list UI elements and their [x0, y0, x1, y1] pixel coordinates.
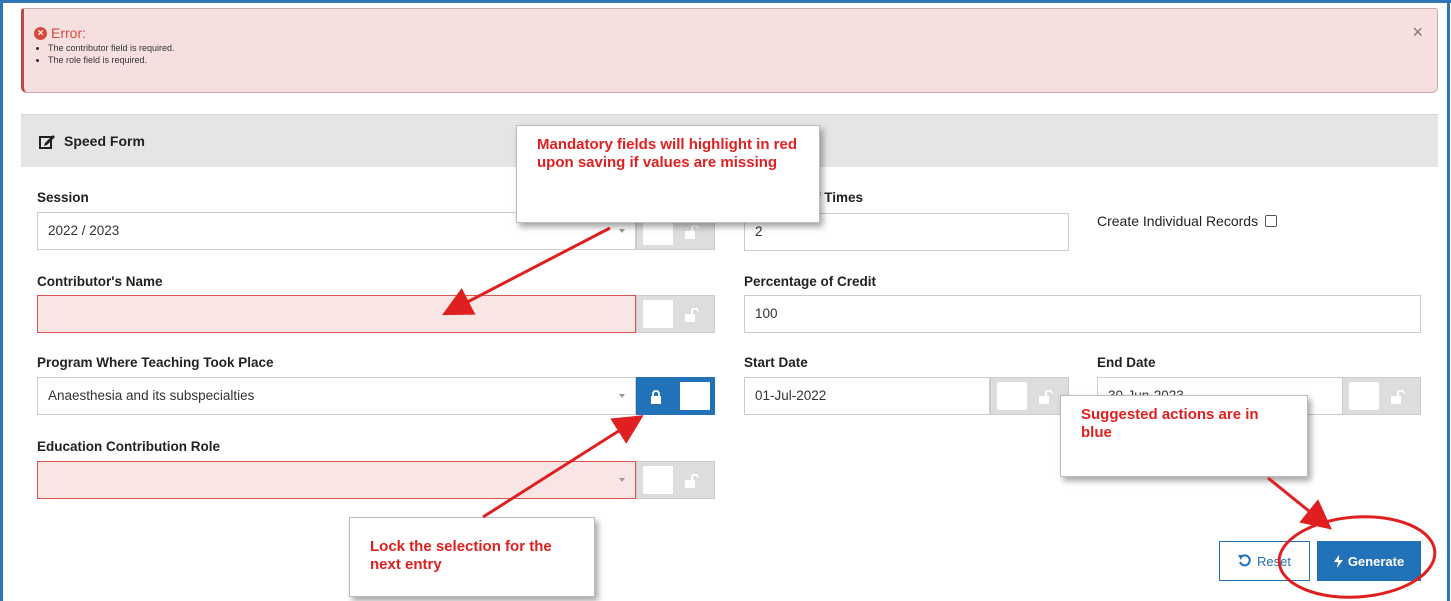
alert-message: The role field is required. — [48, 54, 175, 66]
program-lock-toggle[interactable] — [636, 377, 715, 415]
session-label: Session — [37, 190, 89, 205]
times-label: f Times — [816, 190, 864, 205]
toggle-knob — [1349, 382, 1379, 410]
individual-records-checkbox[interactable] — [1265, 215, 1278, 227]
contributor-input[interactable] — [37, 295, 636, 333]
unlock-icon — [1391, 390, 1405, 404]
suggested-callout: Suggested actions are in blue — [1060, 395, 1308, 477]
undo-icon — [1238, 554, 1251, 567]
end-date-label: End Date — [1097, 355, 1156, 370]
lock-callout: Lock the selection for the next entry — [349, 517, 595, 597]
error-alert: × Error: The contributor field is requir… — [21, 8, 1438, 93]
program-value: Anaesthesia and its subspecialties — [48, 388, 255, 403]
toggle-knob — [680, 382, 710, 410]
window-frame-top — [0, 0, 1451, 3]
bolt-icon — [1333, 554, 1343, 568]
contributor-lock-toggle[interactable] — [636, 295, 715, 333]
edit-icon — [39, 134, 55, 149]
start-date-input[interactable]: 01-Jul-2022 — [744, 377, 990, 415]
panel-title: Speed Form — [39, 133, 145, 149]
reset-button[interactable]: Reset — [1219, 541, 1310, 581]
contributor-label: Contributor's Name — [37, 274, 163, 289]
panel-title-text: Speed Form — [64, 133, 145, 149]
individual-records-field: Create Individual Records — [1097, 213, 1278, 229]
credit-value: 100 — [755, 306, 778, 321]
credit-input[interactable]: 100 — [744, 295, 1421, 333]
toggle-knob — [643, 300, 673, 328]
role-lock-toggle[interactable] — [636, 461, 715, 499]
toggle-knob — [997, 382, 1027, 410]
window-frame-left — [0, 0, 3, 601]
close-icon[interactable]: × — [1412, 23, 1423, 41]
mandatory-callout: Mandatory fields will highlight in red u… — [516, 125, 820, 223]
times-value: 2 — [755, 224, 763, 239]
alert-title: Error: — [51, 25, 86, 41]
session-value: 2022 / 2023 — [48, 223, 120, 238]
unlock-icon — [685, 474, 699, 488]
start-date-value: 01-Jul-2022 — [755, 388, 827, 403]
chevron-down-icon — [619, 478, 625, 482]
chevron-down-icon — [619, 229, 625, 233]
credit-label: Percentage of Credit — [744, 274, 877, 289]
unlock-icon — [1039, 390, 1053, 404]
lock-icon — [651, 390, 661, 404]
program-label: Program Where Teaching Took Place — [37, 355, 274, 370]
individual-records-label: Create Individual Records — [1097, 213, 1259, 229]
role-select[interactable] — [37, 461, 636, 499]
toggle-knob — [643, 466, 673, 494]
role-label: Education Contribution Role — [37, 439, 220, 454]
window-frame-right — [1447, 0, 1450, 601]
unlock-icon — [685, 308, 699, 322]
unlock-icon — [685, 225, 699, 239]
start-date-label: Start Date — [744, 355, 808, 370]
error-circle-icon: × — [34, 26, 47, 40]
program-select[interactable]: Anaesthesia and its subspecialties — [37, 377, 636, 415]
generate-button[interactable]: Generate — [1317, 541, 1421, 581]
reset-label: Reset — [1257, 553, 1291, 569]
chevron-down-icon — [619, 394, 625, 398]
generate-label: Generate — [1347, 553, 1405, 569]
alert-message-list: The contributor field is required. The r… — [34, 42, 175, 66]
alert-header: × Error: — [34, 25, 86, 41]
arrow-to-generate — [1267, 476, 1333, 530]
start-date-lock-toggle[interactable] — [990, 377, 1069, 415]
alert-message: The contributor field is required. — [48, 42, 175, 54]
end-date-lock-toggle[interactable] — [1342, 377, 1421, 415]
